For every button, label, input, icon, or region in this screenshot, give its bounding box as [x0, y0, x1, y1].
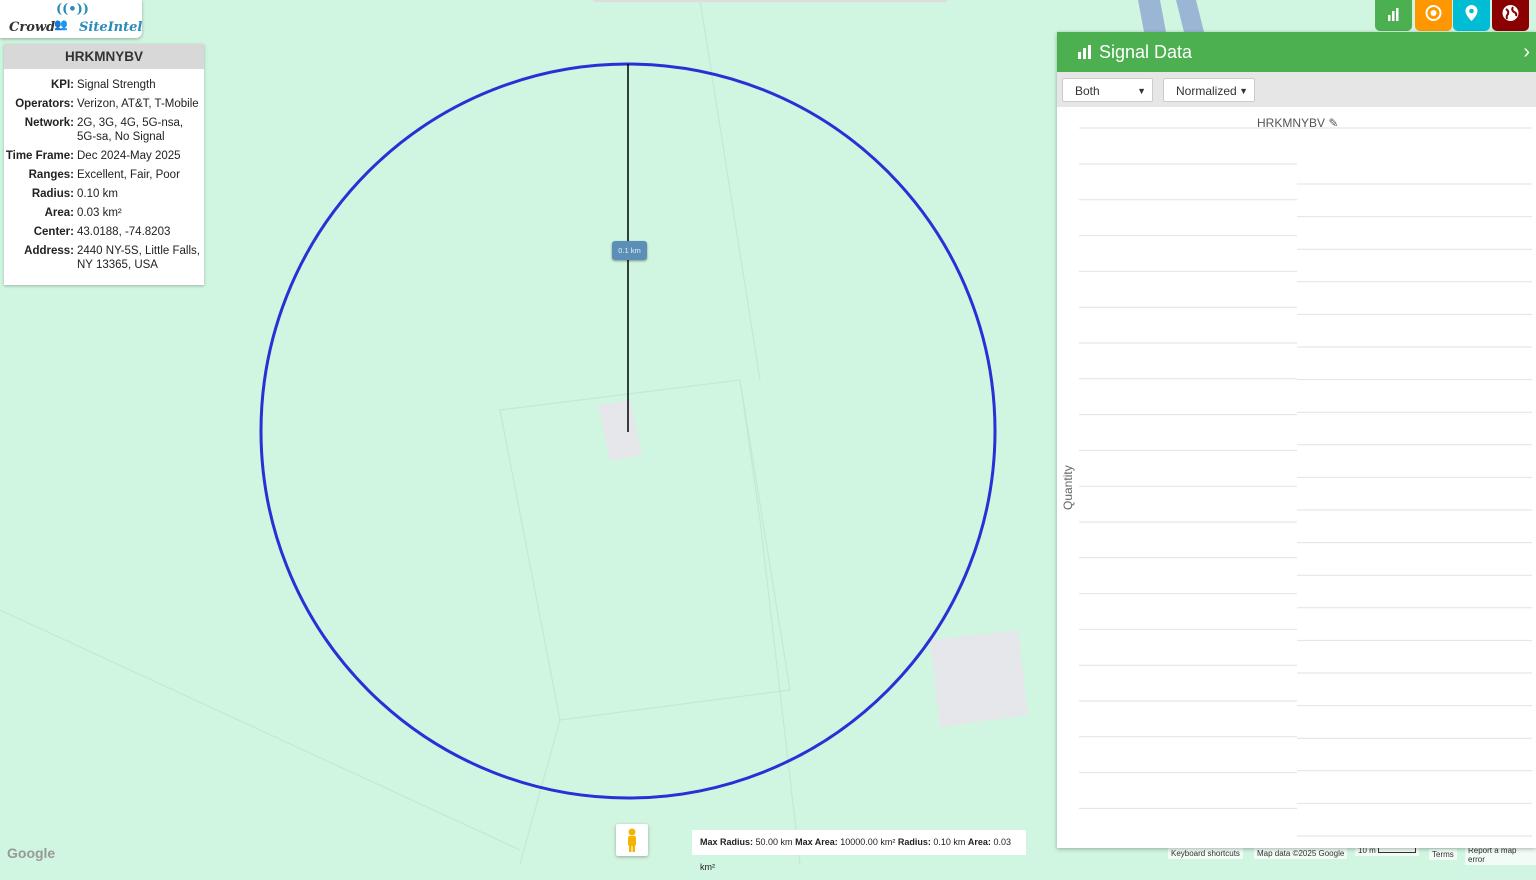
- info-row-network: Network: 2G, 3G, 4G, 5G-nsa, 5G-sa, No Si…: [24, 117, 184, 143]
- app-logo[interactable]: ((•)) Crowd 👥 SiteIntel: [0, 0, 142, 38]
- normalization-select[interactable]: Normalized ▼: [1163, 78, 1255, 102]
- building-shape: [930, 630, 1028, 727]
- info-row-radius: Radius: 0.10 km: [31, 188, 118, 200]
- google-logo[interactable]: Google: [7, 845, 55, 861]
- report-map-error-link[interactable]: Report a map error: [1465, 845, 1536, 865]
- radius-distance-label: 0.1 km: [612, 241, 647, 260]
- location-button[interactable]: [1453, 0, 1490, 31]
- info-row-address: Address: 2440 NY-5S, Little Falls, NY 133…: [24, 245, 200, 271]
- panel-title: Signal Data: [1099, 42, 1193, 62]
- signal-data-panel: Signal Data › Both ▼ Normalized ▼ HRKMNYBV…: [1057, 32, 1536, 848]
- info-row-operators: Operators: Verizon, AT&T, T-Mobile: [15, 98, 199, 110]
- panel-header: Signal Data ›: [1057, 32, 1536, 72]
- keyboard-shortcuts-link[interactable]: Keyboard shortcuts: [1168, 848, 1243, 859]
- panel-toolbar: Both ▼ Normalized ▼: [1057, 72, 1536, 107]
- bar-chart-icon: [1388, 8, 1399, 21]
- street-view-pegman[interactable]: [616, 824, 648, 856]
- info-row-ranges: Ranges: Excellent, Fair, Poor: [28, 169, 180, 181]
- info-row-center: Center: 43.0188, -74.8203: [33, 226, 171, 238]
- collapse-panel-chevron-icon[interactable]: ›: [1523, 32, 1530, 72]
- bar-chart-icon: [1078, 45, 1091, 59]
- chevron-down-icon: ▼: [1239, 86, 1248, 96]
- logo-text-siteintel: SiteIntel: [79, 20, 143, 35]
- site-info-title: HRKMNYBV: [4, 44, 204, 69]
- target-icon: [1425, 5, 1442, 21]
- scale-bar: [1378, 848, 1417, 853]
- y-axis-label: Quantity: [1061, 465, 1075, 510]
- globe-icon: [1502, 5, 1519, 21]
- empty-chart-grid: [1079, 127, 1532, 837]
- pegman-icon: [628, 828, 636, 852]
- info-row-kpi: KPI: Signal Strength: [51, 79, 156, 91]
- crowd-icon: 👥: [54, 18, 68, 31]
- data-type-select[interactable]: Both ▼: [1062, 78, 1153, 102]
- logo-text-crowd: Crowd: [9, 20, 56, 35]
- radius-limits-bar: Max Radius: 50.00 km Max Area: 10000.00 …: [692, 830, 1026, 872]
- terms-link[interactable]: Terms: [1429, 849, 1457, 860]
- info-row-timeframe: Time Frame: Dec 2024-May 2025: [5, 150, 181, 162]
- site-info-panel: HRKMNYBV KPI: Signal Strength Operators: V…: [4, 44, 204, 285]
- chevron-down-icon: ▼: [1137, 86, 1146, 96]
- target-button[interactable]: [1415, 0, 1452, 31]
- globe-button[interactable]: [1492, 0, 1529, 31]
- signal-data-button[interactable]: [1375, 0, 1412, 31]
- map-pin-icon: [1465, 5, 1478, 21]
- tower-icon: ((•)): [56, 2, 89, 17]
- info-row-area: Area: 0.03 km²: [44, 207, 122, 219]
- map-data-attribution: Map data ©2025 Google: [1254, 848, 1348, 859]
